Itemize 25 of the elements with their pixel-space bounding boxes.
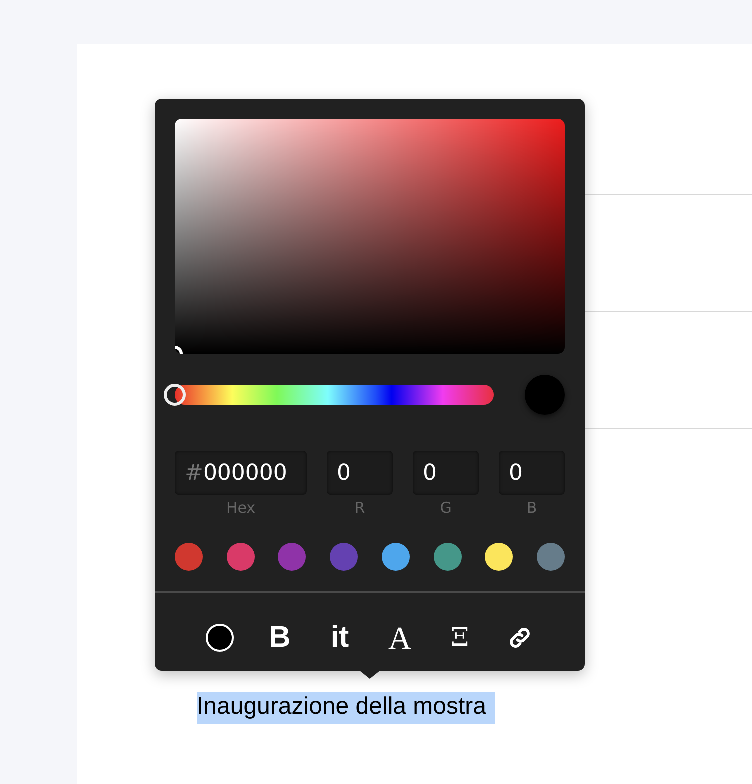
- selected-text: Inaugurazione della mostra: [197, 692, 495, 724]
- hue-thumb[interactable]: [164, 384, 186, 406]
- hex-field[interactable]: #000000: [175, 451, 307, 495]
- font-button[interactable]: A: [382, 618, 418, 658]
- bold-button[interactable]: B: [262, 618, 298, 658]
- link-icon: [507, 625, 533, 651]
- field-label: Hex: [226, 499, 256, 517]
- color-swatch[interactable]: [175, 543, 203, 571]
- field-label: B: [526, 499, 538, 517]
- channel-field[interactable]: 0: [413, 451, 479, 495]
- italic-button[interactable]: it: [322, 618, 358, 658]
- channel-field[interactable]: 0: [327, 451, 393, 495]
- color-swatch[interactable]: [485, 543, 514, 571]
- align-button[interactable]: Ξ: [442, 618, 478, 658]
- color-swatch[interactable]: [226, 543, 255, 571]
- field-label: G: [440, 499, 452, 517]
- color-swatch[interactable]: [536, 543, 565, 571]
- field-label: R: [354, 499, 366, 517]
- saturation-area[interactable]: [175, 119, 565, 354]
- color-swatch[interactable]: [382, 543, 410, 571]
- color-swatch[interactable]: [434, 543, 462, 571]
- color-swatch[interactable]: [278, 543, 306, 571]
- color-swatch[interactable]: [330, 543, 358, 571]
- channel-field[interactable]: 0: [499, 451, 565, 495]
- color-circle-icon: [206, 624, 234, 652]
